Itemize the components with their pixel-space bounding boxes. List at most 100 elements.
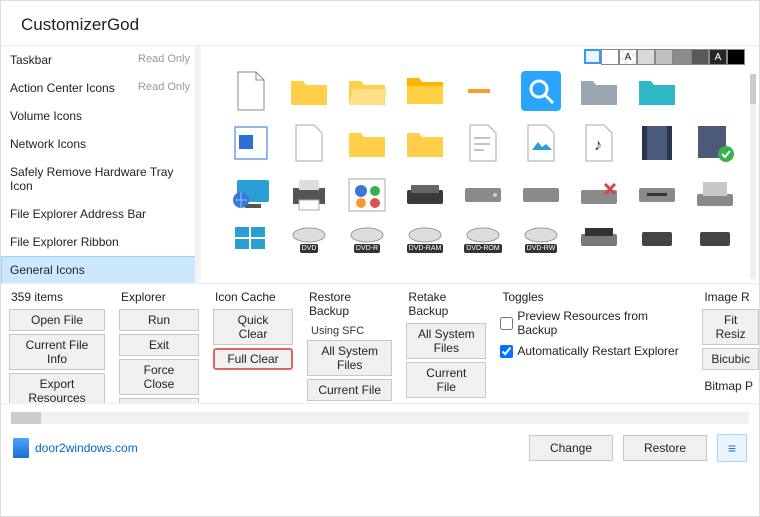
drive-eject-icon[interactable] [695,175,735,215]
preview-backup-checkbox[interactable] [500,317,513,330]
icon-grid[interactable]: ♪ DVD DVD-R DVD-RAM [201,65,759,283]
sidebar-item-ribbon[interactable]: File Explorer Ribbon [1,228,201,256]
folder-open-icon[interactable] [347,71,387,111]
dvd-ram-icon[interactable] [405,227,445,243]
exit-button[interactable]: Exit [119,334,199,356]
bitmap-heading: Bitmap P [702,379,759,393]
col-image-resize: Image R Fit Resiz Bicubic Bitmap P [702,290,759,399]
control-panel-icon[interactable] [347,175,387,215]
windows-logo-icon[interactable] [231,227,271,251]
monitor-globe-icon[interactable] [231,175,271,215]
quick-clear-button[interactable]: Quick Clear [213,309,293,345]
dvd-r-icon[interactable] [347,227,387,243]
folder-teal-icon[interactable] [637,71,677,111]
music-file-icon[interactable]: ♪ [579,123,619,163]
force-close-button[interactable]: Force Close [119,359,199,395]
retake-current-button[interactable]: Current File [406,362,486,398]
restore-all-system-button[interactable]: All System Files [307,340,392,376]
text-file-icon[interactable] [463,123,503,163]
toggles-heading: Toggles [500,290,688,304]
sidebar-item-network[interactable]: Network Icons [1,130,201,158]
dvd-rw-label: DVD-RW [525,244,558,253]
run-button[interactable]: Run [119,309,199,331]
swatch-white[interactable] [601,49,619,65]
using-sfc-label: Using SFC [307,325,392,337]
col-toggles: Toggles Preview Resources from Backup Au… [500,290,688,399]
drive-dark-icon[interactable] [405,175,445,215]
swatch-grey1[interactable] [637,49,655,65]
minimize-icon[interactable] [463,71,503,111]
drive-tray-icon[interactable] [579,227,619,251]
folder-grey-icon[interactable] [579,71,619,111]
horizontal-scrollbar[interactable] [11,412,749,424]
swatch-grey4[interactable] [691,49,709,65]
drive-grey-icon[interactable] [463,175,503,215]
upper-panel: TaskbarRead Only Action Center IconsRead… [1,45,759,284]
explorer-heading: Explorer [119,290,199,304]
bicubic-button[interactable]: Bicubic [702,348,759,370]
sidebar-item-volume[interactable]: Volume Icons [1,102,201,130]
drive-slot-icon[interactable] [637,175,677,215]
col-file: 359 items Open File Current File Info Ex… [9,290,105,399]
dvd-r-label: DVD-R [354,244,380,253]
menu-button[interactable]: ≡ [717,434,747,462]
footer: door2windows.com Change Restore ≡ [1,424,759,462]
video-file-ok-icon[interactable] [695,123,735,163]
current-file-info-button[interactable]: Current File Info [9,334,105,370]
dvd-rom-label: DVD-ROM [464,244,501,253]
folder-closed-icon[interactable] [289,71,329,111]
swatch-dark[interactable]: A [709,49,727,65]
restore-button[interactable]: Restore [623,435,707,461]
folder-front-icon[interactable] [405,71,445,111]
restart-button[interactable]: Restart [119,398,199,404]
search-tile-icon[interactable] [521,71,561,111]
export-resources-button[interactable]: Export Resources [9,373,105,404]
blank-page-icon[interactable] [231,71,271,111]
swatch-grey2[interactable] [655,49,673,65]
swatch-checker[interactable]: A [619,49,637,65]
col-restore-backup: Restore Backup Using SFC All System File… [307,290,392,399]
preview-backup-toggle[interactable]: Preview Resources from Backup [500,309,688,337]
sidebar-item-addressbar[interactable]: File Explorer Address Bar [1,200,201,228]
action-columns: 359 items Open File Current File Info Ex… [1,284,759,404]
picture-file-icon[interactable] [521,123,561,163]
restore-backup-heading: Restore Backup [307,290,392,318]
change-button[interactable]: Change [529,435,613,461]
svg-text:♪: ♪ [594,137,602,154]
open-file-button[interactable]: Open File [9,309,105,331]
items-count: 359 items [9,290,105,304]
category-sidebar: TaskbarRead Only Action Center IconsRead… [1,46,201,283]
sidebar-item-safely-remove[interactable]: Safely Remove Hardware Tray Icon [1,158,201,200]
file-generic-icon[interactable] [289,123,329,163]
dvd-rom-icon[interactable] [463,227,503,243]
drive-compact2-icon[interactable] [695,227,735,251]
col-explorer: Explorer Run Exit Force Close Restart [119,290,199,399]
icon-grid-scrollbar[interactable] [750,74,756,279]
folder-yellow2-icon[interactable] [405,123,445,163]
video-file-icon[interactable] [637,123,677,163]
printer-icon[interactable] [289,175,329,215]
auto-restart-checkbox[interactable] [500,345,513,358]
app-window-icon[interactable] [231,123,271,163]
drive-compact-icon[interactable] [637,227,677,251]
swatch-black[interactable] [727,49,745,65]
sidebar-item-taskbar[interactable]: TaskbarRead Only [1,46,201,74]
auto-restart-toggle[interactable]: Automatically Restart Explorer [500,344,688,358]
website-link[interactable]: door2windows.com [13,438,138,458]
drive-remove-icon[interactable] [579,175,619,215]
dvd-label: DVD [300,244,319,253]
fit-resize-button[interactable]: Fit Resiz [702,309,759,345]
swatch-grey3[interactable] [673,49,691,65]
dvd-icon[interactable] [289,227,329,243]
drive-grey2-icon[interactable] [521,175,561,215]
sidebar-item-action-center[interactable]: Action Center IconsRead Only [1,74,201,102]
retake-all-button[interactable]: All System Files [406,323,486,359]
folder-yellow-icon[interactable] [347,123,387,163]
sidebar-item-general[interactable]: General Icons [1,256,201,283]
full-clear-button[interactable]: Full Clear [213,348,293,370]
swatch-lightblue[interactable] [584,49,601,64]
icon-cache-heading: Icon Cache [213,290,293,304]
restore-current-file-button[interactable]: Current File [307,379,392,401]
window-title: CustomizerGod [1,1,759,45]
dvd-rw-icon[interactable] [521,227,561,243]
